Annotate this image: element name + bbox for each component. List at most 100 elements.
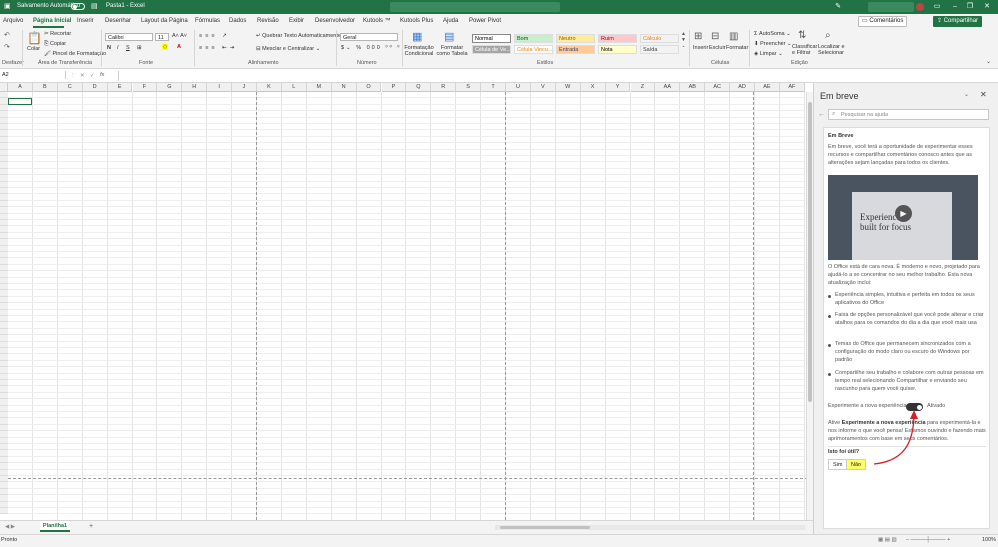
select-all-corner[interactable] (0, 83, 8, 92)
borders-icon[interactable]: ⊞ (137, 45, 142, 51)
format-cells-button[interactable]: Formatar (726, 45, 748, 51)
ribbon-display-icon[interactable]: ▭ (932, 2, 942, 12)
collapse-ribbon-icon[interactable]: ⌄ (986, 58, 991, 65)
cell-style-option[interactable]: Neutro (556, 34, 595, 43)
column-header[interactable]: V (530, 83, 556, 92)
horizontal-scrollbar[interactable] (495, 525, 805, 530)
delete-cells-button[interactable]: Excluir (709, 45, 726, 51)
column-header[interactable]: Q (406, 83, 432, 92)
column-header[interactable]: H (182, 83, 208, 92)
column-header[interactable]: F (132, 83, 158, 92)
column-header[interactable]: AF (779, 83, 805, 92)
cell-style-option[interactable]: Nota (598, 45, 637, 54)
column-header[interactable]: U (506, 83, 531, 92)
column-header[interactable]: N (331, 83, 357, 92)
column-header[interactable]: A (8, 83, 33, 92)
column-header[interactable]: AD (730, 83, 755, 92)
save-icon[interactable]: ▣ (4, 3, 11, 10)
column-header[interactable]: D (82, 83, 108, 92)
font-name-dropdown[interactable]: Calibri (105, 33, 153, 41)
paste-button[interactable]: Colar (27, 46, 40, 52)
font-color-icon[interactable]: A (177, 44, 181, 50)
horizontal-align-icons[interactable]: ≡≡≡ ⇤⇥ (199, 45, 237, 51)
tab-file[interactable]: Arquivo (3, 18, 23, 24)
column-header[interactable]: AB (680, 83, 706, 92)
cell-style-option[interactable]: Saída (640, 45, 679, 54)
find-select-icon[interactable]: ⌕ (825, 30, 831, 41)
conditional-format-button[interactable]: Formatação Condicional (404, 45, 434, 57)
tab-draw[interactable]: Desenhar (105, 18, 131, 24)
column-header[interactable]: O (356, 83, 382, 92)
grow-font-icon[interactable]: A˄ A˅ (172, 33, 187, 39)
scroll-thumb[interactable] (808, 102, 812, 402)
tab-kutools-plus[interactable]: Kutools Plus (400, 18, 433, 24)
column-header[interactable]: Z (630, 83, 656, 92)
tab-formulas[interactable]: Fórmulas (195, 18, 220, 24)
cell-style-option[interactable]: Cálculo (640, 34, 679, 43)
column-header[interactable]: AC (705, 83, 731, 92)
column-header[interactable]: AE (755, 83, 780, 92)
tab-review[interactable]: Revisão (257, 18, 279, 24)
format-painter-button[interactable]: 🖌 Pincel de Formatação (44, 51, 106, 57)
account-name[interactable] (868, 2, 914, 12)
fill-button[interactable]: ⬇ Preencher ⌄ (754, 41, 792, 47)
avatar[interactable] (916, 3, 924, 11)
insert-cells-button[interactable]: Inserir (693, 45, 708, 51)
column-header[interactable]: P (381, 83, 407, 92)
column-header[interactable]: AA (655, 83, 681, 92)
column-header[interactable]: Y (605, 83, 631, 92)
sort-filter-icon[interactable]: ⇅ (798, 30, 806, 41)
sort-filter-button[interactable]: Classificar e Filtrar (792, 44, 817, 56)
column-header[interactable]: I (207, 83, 233, 92)
enter-icon[interactable]: ✓ (90, 73, 95, 79)
column-header[interactable]: B (32, 83, 58, 92)
tab-view[interactable]: Exibir (289, 18, 304, 24)
underline-button[interactable]: S (126, 45, 130, 51)
comments-button[interactable]: ▭ Comentários (858, 16, 908, 27)
column-header[interactable]: R (431, 83, 457, 92)
cell-style-option[interactable]: Ruim (598, 34, 637, 43)
redo-icon[interactable]: ↷ (4, 43, 10, 51)
formula-input[interactable] (118, 71, 997, 81)
column-header[interactable]: L (281, 83, 307, 92)
tab-developer[interactable]: Desenvolvedor (315, 18, 355, 24)
column-header[interactable]: G (157, 83, 183, 92)
cell-style-option[interactable]: Bom (514, 34, 553, 43)
number-format-dropdown[interactable]: Geral (340, 33, 398, 41)
column-header[interactable]: W (555, 83, 581, 92)
column-header[interactable]: M (306, 83, 332, 92)
view-icons[interactable]: ▦ ▤ ▥ (878, 537, 897, 543)
cell-style-option[interactable]: Entrada (556, 45, 595, 54)
number-format-icons[interactable]: $⌄ % 000 ⁰⁰ ⁰ (341, 45, 401, 51)
share-button[interactable]: ⇪ Compartilhar (933, 16, 983, 27)
cell-style-option[interactable]: Célula de Ve... (472, 45, 511, 54)
tab-help[interactable]: Ajuda (443, 18, 458, 24)
wrap-text-button[interactable]: ↵ Quebrar Texto Automaticamente (256, 33, 341, 39)
tab-power-pivot[interactable]: Power Pivot (469, 18, 501, 24)
pen-icon[interactable]: ✎ (833, 2, 843, 12)
format-cells-icon[interactable]: ▥ (729, 31, 738, 42)
column-header[interactable]: K (257, 83, 282, 92)
tab-home[interactable]: Página Inicial (33, 18, 71, 24)
search-box[interactable] (390, 2, 560, 12)
column-header[interactable]: C (57, 83, 83, 92)
merge-center-button[interactable]: ⊟ Mesclar e Centralizar ⌄ (256, 46, 320, 52)
name-box[interactable]: A2 (0, 71, 66, 79)
tab-kutools[interactable]: Kutools ™ (363, 18, 391, 24)
column-header[interactable]: J (232, 83, 257, 92)
sheet-tab[interactable]: Planilha1 (40, 521, 70, 532)
format-table-icon[interactable]: ▤ (444, 30, 454, 43)
save-file-icon[interactable]: ▤ (91, 3, 98, 10)
tab-insert[interactable]: Inserir (77, 18, 94, 24)
autosum-button[interactable]: Σ AutoSoma ⌄ (754, 31, 791, 37)
cut-button[interactable]: ✂ Recortar (44, 31, 71, 37)
zoom-level[interactable]: 100% (982, 537, 996, 543)
column-header[interactable]: E (107, 83, 133, 92)
hscroll-thumb[interactable] (500, 526, 590, 529)
sheet-nav-icons[interactable]: ◀ ▶ (5, 524, 15, 530)
gallery-scroll-icon[interactable]: ▲ ▼ ⌄ (681, 31, 686, 49)
font-size-dropdown[interactable]: 11 (155, 33, 169, 41)
find-select-button[interactable]: Localizar e Selecionar (818, 44, 848, 56)
selected-cell[interactable] (8, 98, 32, 105)
cell-style-option[interactable]: Célula Vincu... (514, 45, 553, 54)
